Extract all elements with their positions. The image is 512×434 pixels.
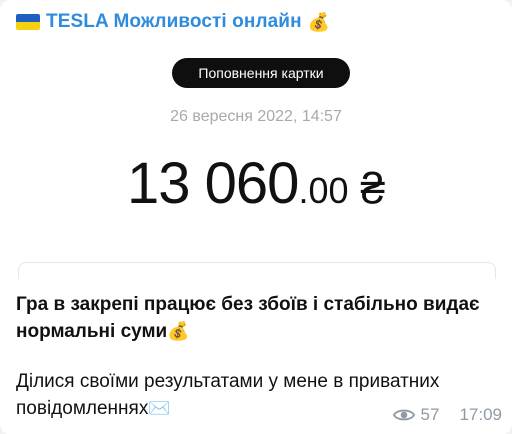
amount-main: 13 060 [127, 151, 299, 216]
message-time: 17:09 [459, 405, 502, 424]
currency-symbol: ₴ [360, 164, 385, 213]
ukraine-flag-icon [16, 14, 40, 30]
envelope-icon: ✉️ [148, 398, 171, 418]
amount-cents: .00 [298, 170, 349, 211]
transaction-amount: 13 060.00 ₴ [18, 150, 494, 217]
message-meta: 57 17:09 [392, 404, 502, 426]
quote-divider [18, 262, 496, 279]
receipt-screenshot[interactable]: Поповнення картки 26 вересня 2022, 14:57… [18, 44, 494, 244]
channel-name[interactable]: TESLA Можливості онлайн [46, 11, 302, 33]
message-line-1: Гра в закрепі працює без збоїв і стабіль… [16, 292, 496, 345]
view-count: 57 [420, 405, 440, 424]
money-bag-icon: 💰 [307, 12, 331, 32]
eye-icon [392, 409, 415, 421]
message-card: TESLA Можливості онлайн 💰 Поповнення кар… [0, 0, 512, 434]
card-topup-pill: Поповнення картки [172, 58, 350, 88]
message-text: Гра в закрепі працює без збоїв і стабіль… [16, 292, 496, 422]
message-line-1-text: Гра в закрепі працює без збоїв і стабіль… [16, 294, 480, 342]
money-bag-icon: 💰 [167, 321, 190, 341]
transaction-date: 26 вересня 2022, 14:57 [170, 108, 342, 125]
channel-header[interactable]: TESLA Можливості онлайн 💰 [16, 10, 330, 34]
message-line-2-text: Ділися своїми результатами у мене в прив… [16, 371, 440, 419]
